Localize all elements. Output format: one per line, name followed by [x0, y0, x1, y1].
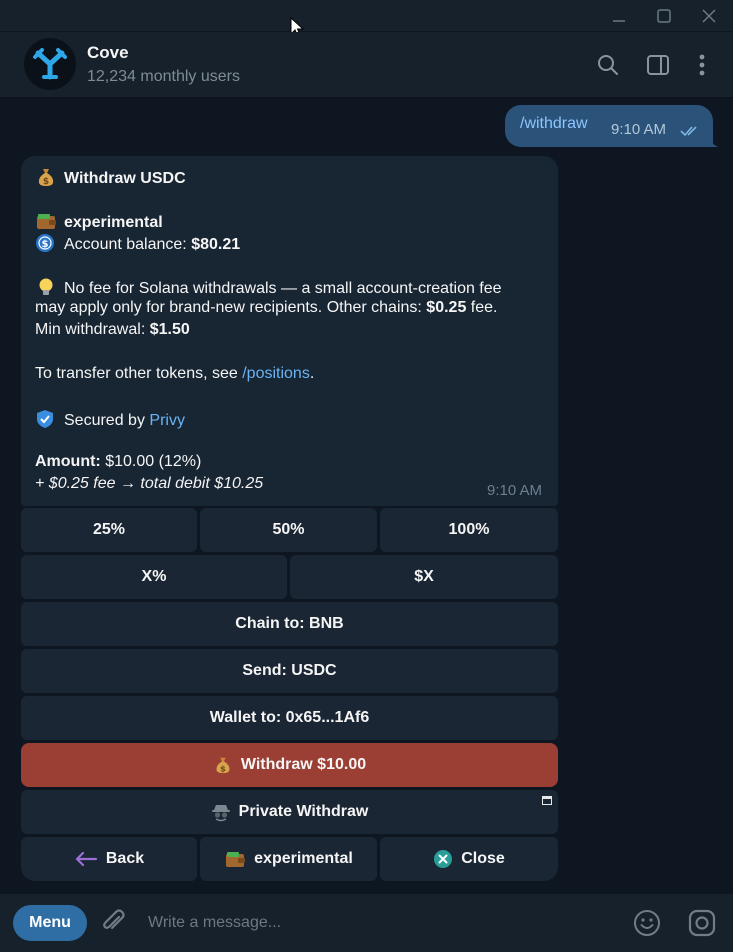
wallet-name-line: experimental	[35, 211, 163, 232]
message-title-text: Withdraw USDC	[64, 170, 186, 187]
back-button[interactable]: Back	[21, 837, 197, 881]
debit-line: + $0.25 fee → total debit $10.25	[35, 475, 264, 492]
transfer-period: .	[309, 365, 315, 382]
fee-text-3: fee.	[466, 299, 498, 316]
chain-button[interactable]: Chain to: BNB	[21, 602, 558, 646]
balance-label: Account balance:	[64, 236, 192, 253]
incoming-message: $ Withdraw USDC experimental $ Account b…	[21, 156, 558, 506]
fee-line-1: No fee for Solana withdrawals — a small …	[35, 277, 502, 298]
fee-text-1: No fee for Solana withdrawals — a small …	[64, 280, 502, 297]
pct-100-button[interactable]: 100%	[380, 508, 558, 552]
double-check-icon	[680, 126, 697, 137]
cove-logo-icon	[33, 48, 67, 80]
close-icon[interactable]	[698, 6, 720, 26]
wallet-icon	[37, 214, 56, 229]
search-icon[interactable]	[595, 52, 621, 78]
svg-text:$: $	[220, 763, 226, 773]
fee-text-2: may apply only for brand-new recipients.…	[35, 299, 427, 316]
balance-line: $ Account balance: $80.21	[35, 233, 240, 254]
send-token-button[interactable]: Send: USDC	[21, 649, 558, 693]
web-app-icon	[542, 796, 552, 805]
positions-link[interactable]: /positions	[242, 365, 310, 382]
svg-text:$: $	[42, 239, 49, 250]
maximize-icon[interactable]	[653, 6, 675, 26]
secured-text: Secured by	[64, 412, 150, 429]
wallet-name: experimental	[64, 214, 163, 231]
min-withdrawal-label: Min withdrawal:	[35, 321, 150, 338]
wallet-icon	[226, 852, 246, 867]
window-titlebar	[0, 0, 733, 38]
custom-amount-button[interactable]: $X	[290, 555, 558, 599]
usdc-coin-icon: $	[36, 234, 54, 252]
secured-line: Secured by Privy	[35, 409, 185, 430]
outgoing-message[interactable]: /withdraw 9:10 AM	[505, 105, 713, 147]
svg-text:$: $	[43, 177, 49, 187]
private-withdraw-button[interactable]: Private Withdraw	[21, 790, 558, 834]
privy-link[interactable]: Privy	[149, 412, 185, 429]
min-withdrawal-value: $1.50	[149, 321, 190, 338]
sidebar-toggle-icon[interactable]	[645, 52, 671, 78]
withdraw-button[interactable]: $ Withdraw $10.00	[21, 743, 558, 787]
money-bag-icon: $	[38, 169, 54, 187]
spy-icon	[211, 805, 230, 822]
shield-icon	[37, 410, 53, 428]
chat-header: Cove 12,234 monthly users	[0, 32, 733, 98]
minimize-icon[interactable]	[608, 6, 630, 26]
outgoing-message-text[interactable]: /withdraw	[520, 115, 588, 133]
min-withdrawal-line: Min withdrawal: $1.50	[35, 321, 190, 339]
bubble-tail	[706, 135, 718, 147]
more-vertical-icon[interactable]	[689, 52, 715, 78]
message-input-bar: Menu	[0, 894, 733, 952]
menu-button[interactable]: Menu	[13, 905, 87, 941]
balance-value: $80.21	[191, 236, 241, 253]
avatar[interactable]	[24, 38, 76, 90]
emoji-icon[interactable]	[632, 908, 662, 938]
paperclip-icon[interactable]	[100, 908, 128, 936]
message-title: $ Withdraw USDC	[35, 167, 186, 188]
fee-line-2: may apply only for brand-new recipients.…	[35, 299, 497, 317]
lightbulb-icon	[39, 278, 53, 295]
money-bag-icon: $	[216, 757, 230, 773]
camera-icon[interactable]	[687, 908, 717, 938]
wallet-to-button[interactable]: Wallet to: 0x65...1Af6	[21, 696, 558, 740]
pct-25-button[interactable]: 25%	[21, 508, 197, 552]
close-button-label: Close	[461, 850, 505, 867]
pct-50-button[interactable]: 50%	[200, 508, 377, 552]
private-withdraw-label: Private Withdraw	[238, 803, 369, 820]
back-button-label: Back	[105, 850, 145, 867]
chat-title[interactable]: Cove	[87, 43, 129, 63]
close-circle-icon	[434, 850, 453, 868]
experimental-wallet-button[interactable]: experimental	[200, 837, 377, 881]
chat-area[interactable]: /withdraw 9:10 AM $ Withdraw USDC experi…	[0, 98, 733, 894]
arrow-left-icon	[75, 852, 97, 866]
experimental-button-label: experimental	[254, 850, 353, 867]
transfer-text: To transfer other tokens, see	[35, 365, 243, 382]
close-button[interactable]: Close	[380, 837, 558, 881]
message-time: 9:10 AM	[487, 482, 543, 499]
message-input[interactable]	[148, 910, 588, 936]
amount-label: Amount:	[35, 453, 101, 470]
custom-percent-button[interactable]: X%	[21, 555, 287, 599]
chat-subtitle: 12,234 monthly users	[87, 68, 240, 85]
message-time: 9:10 AM	[611, 121, 667, 138]
amount-line: Amount: $10.00 (12%)	[35, 453, 201, 471]
amount-value: $10.00 (12%)	[100, 453, 202, 470]
transfer-line: To transfer other tokens, see /positions…	[35, 365, 314, 383]
withdraw-button-label: Withdraw $10.00	[240, 756, 367, 773]
fee-amount: $0.25	[426, 299, 467, 316]
